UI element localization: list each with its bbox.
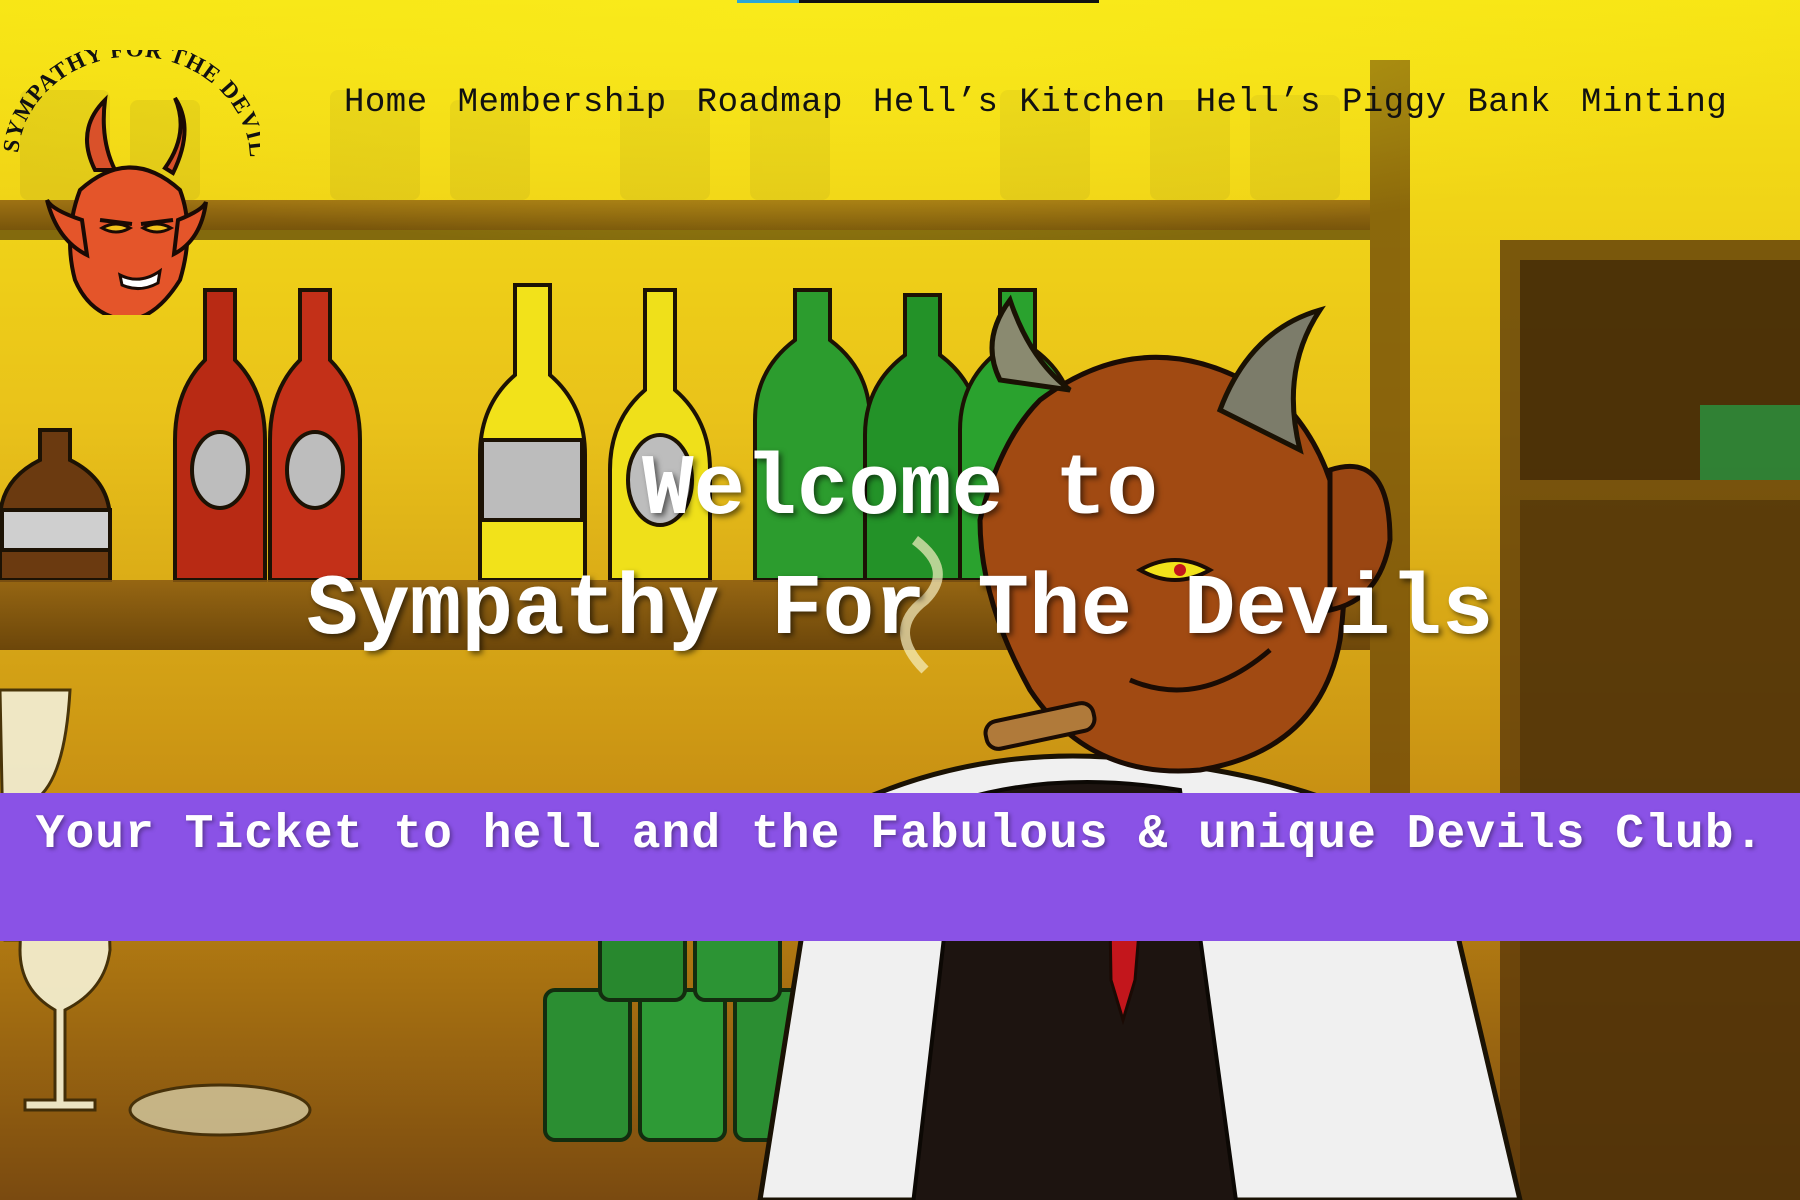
nav-hells-kitchen[interactable]: Hell’s Kitchen bbox=[873, 84, 1166, 122]
svg-text:SYMPATHY FOR THE DEVILS: SYMPATHY FOR THE DEVILS bbox=[0, 50, 260, 159]
nav-roadmap[interactable]: Roadmap bbox=[697, 84, 843, 122]
hero-tagline: Your Ticket to hell and the Fabulous & u… bbox=[35, 808, 1765, 862]
site-header: SYMPATHY FOR THE DEVILS Home bbox=[0, 0, 1800, 315]
main-nav: Home Membership Roadmap Hell’s Kitchen H… bbox=[344, 84, 1727, 122]
hero-title-line-1: Welcome to bbox=[641, 441, 1159, 539]
hero-title-line-2: Sympathy For The Devils bbox=[306, 561, 1494, 659]
site-logo[interactable]: SYMPATHY FOR THE DEVILS bbox=[0, 50, 260, 315]
nav-minting[interactable]: Minting bbox=[1581, 84, 1727, 122]
devil-head-icon: SYMPATHY FOR THE DEVILS bbox=[0, 50, 260, 315]
page: SYMPATHY FOR THE DEVILS Home bbox=[0, 0, 1800, 1200]
nav-hells-piggy-bank[interactable]: Hell’s Piggy Bank bbox=[1196, 84, 1551, 122]
nav-membership[interactable]: Membership bbox=[458, 84, 667, 122]
nav-home[interactable]: Home bbox=[344, 84, 428, 122]
